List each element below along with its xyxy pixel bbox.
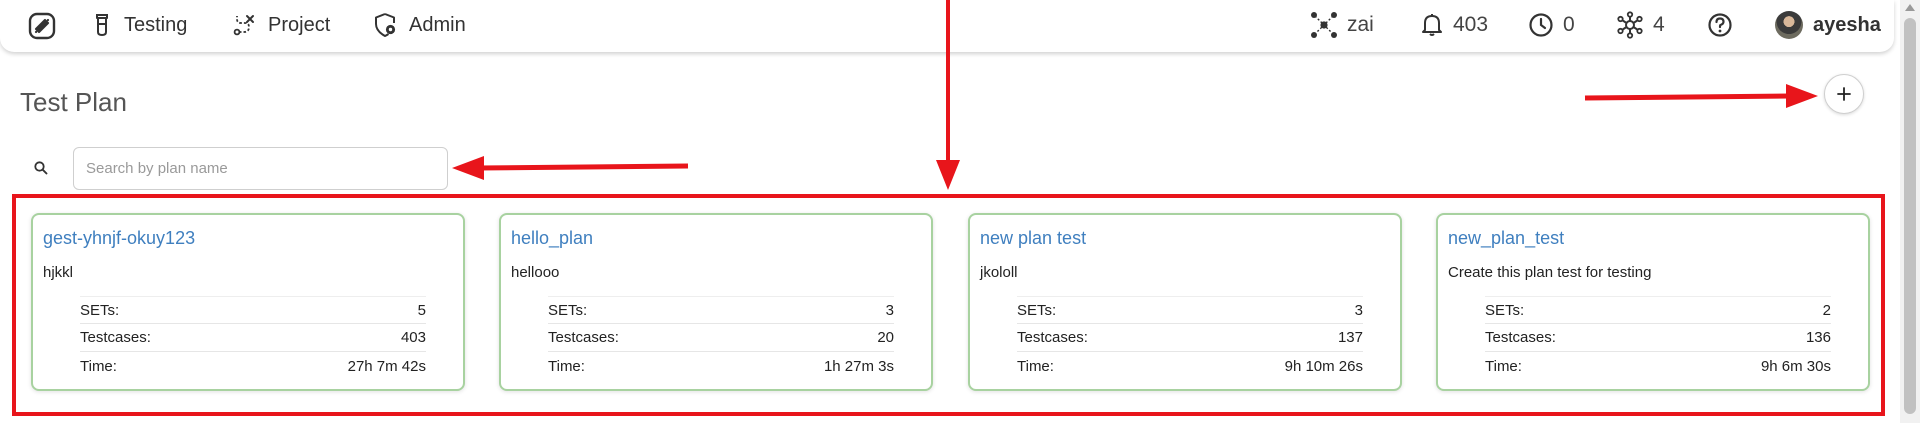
stat-value: 9h 6m 30s	[1760, 357, 1831, 375]
plan-name-link[interactable]: new_plan_test	[1448, 228, 1564, 249]
scrollbar-thumb[interactable]	[1904, 18, 1916, 414]
history-button[interactable]: 0	[1528, 10, 1575, 40]
stat-label: Testcases:	[1485, 329, 1556, 346]
network-nodes-icon	[1311, 12, 1337, 38]
stat-label: Time:	[80, 357, 117, 375]
stat-value: 5	[417, 301, 426, 319]
plus-icon	[1837, 87, 1851, 101]
plan-description: Create this plan test for testing	[1448, 264, 1652, 281]
nav-admin[interactable]: Admin	[373, 10, 466, 40]
plan-stats: SETs: 3 Testcases: 137 Time: 9h 10m 26s	[1017, 296, 1363, 380]
route-icon	[233, 15, 254, 36]
plan-name-link[interactable]: hello_plan	[511, 228, 593, 249]
plan-card[interactable]: hello_plan hellooo SETs: 3 Testcases: 20…	[499, 213, 933, 391]
nav-testing-label: Testing	[124, 13, 188, 36]
stat-value: 9h 10m 26s	[1284, 357, 1363, 375]
scroll-up-arrow-icon[interactable]	[1905, 4, 1915, 11]
annotation-arrowhead-down	[936, 160, 960, 190]
plan-description: hellooo	[511, 264, 560, 281]
app-logo-icon[interactable]	[28, 12, 56, 40]
user-name: ayesha	[1813, 13, 1881, 36]
stat-value: 136	[1805, 329, 1831, 346]
stat-value: 27h 7m 42s	[347, 357, 426, 375]
add-plan-button[interactable]	[1824, 74, 1864, 114]
plan-description: jkololl	[980, 264, 1018, 281]
nav-admin-label: Admin	[409, 13, 466, 36]
stat-label: Testcases:	[1017, 329, 1088, 346]
plan-name-link[interactable]: new plan test	[980, 228, 1086, 249]
plan-stats: SETs: 3 Testcases: 20 Time: 1h 27m 3s	[548, 296, 894, 380]
help-button[interactable]	[1707, 10, 1742, 40]
stat-row-time: Time: 9h 10m 26s	[1017, 352, 1363, 380]
shield-gear-icon	[375, 13, 396, 37]
notifications-count: 403	[1453, 13, 1489, 36]
plan-name-link[interactable]: gest-yhnjf-okuy123	[43, 228, 195, 249]
stat-row-testcases: Testcases: 20	[548, 324, 894, 352]
stat-value: 403	[400, 329, 426, 346]
stat-value: 1h 27m 3s	[823, 357, 894, 375]
clock-icon	[1529, 13, 1553, 37]
nav-project-label: Project	[268, 13, 331, 36]
stat-label: SETs:	[1017, 301, 1057, 319]
stat-label: Time:	[548, 357, 585, 375]
search-icon	[34, 161, 48, 175]
annotation-arrowhead-right	[1786, 84, 1818, 108]
user-menu[interactable]: ayesha	[1775, 10, 1881, 40]
plan-card[interactable]: gest-yhnjf-okuy123 hjkkl SETs: 5 Testcas…	[31, 213, 465, 391]
bell-icon	[1422, 14, 1442, 36]
stat-row-sets: SETs: 5	[80, 296, 426, 324]
top-navigation-bar: Testing Project Admin zai 403 0 4 ayesha	[0, 0, 1894, 52]
help-icon	[1708, 13, 1732, 37]
stat-label: SETs:	[1485, 301, 1525, 319]
annotation-arrowhead-left	[452, 156, 484, 180]
nav-project[interactable]: Project	[232, 10, 330, 40]
stat-label: Testcases:	[80, 329, 151, 346]
hub-network-icon	[1617, 11, 1643, 39]
stat-row-time: Time: 27h 7m 42s	[80, 352, 426, 380]
stat-value: 137	[1337, 329, 1363, 346]
stat-row-sets: SETs: 3	[1017, 296, 1363, 324]
stat-row-testcases: Testcases: 136	[1485, 324, 1831, 352]
workspace-selector[interactable]: zai	[1310, 10, 1374, 40]
stat-value: 3	[1354, 301, 1363, 319]
search-input[interactable]	[73, 147, 448, 190]
plan-stats: SETs: 5 Testcases: 403 Time: 27h 7m 42s	[80, 296, 426, 380]
annotation-arrow-left	[477, 163, 689, 171]
stat-label: Time:	[1485, 357, 1522, 375]
page-title: Test Plan	[20, 87, 127, 117]
flask-icon	[96, 14, 108, 36]
stat-row-sets: SETs: 3	[548, 296, 894, 324]
stat-label: SETs:	[548, 301, 588, 319]
history-count: 0	[1563, 13, 1575, 36]
stat-value: 3	[885, 301, 894, 319]
stat-row-testcases: Testcases: 403	[80, 324, 426, 352]
stat-label: SETs:	[80, 301, 120, 319]
stat-value: 20	[877, 329, 894, 346]
page-scrollbar[interactable]	[1900, 0, 1920, 423]
stat-row-testcases: Testcases: 137	[1017, 324, 1363, 352]
network-count: 4	[1653, 13, 1665, 36]
plan-card[interactable]: new plan test jkololl SETs: 3 Testcases:…	[968, 213, 1402, 391]
annotation-arrow-right	[1584, 93, 1791, 101]
stat-value: 2	[1822, 301, 1831, 319]
plan-description: hjkkl	[43, 264, 74, 281]
stat-row-time: Time: 1h 27m 3s	[548, 352, 894, 380]
stat-label: Time:	[1017, 357, 1054, 375]
plan-card[interactable]: new_plan_test Create this plan test for …	[1436, 213, 1870, 391]
avatar	[1775, 11, 1803, 39]
nav-testing[interactable]: Testing	[92, 10, 187, 40]
network-button[interactable]: 4	[1616, 10, 1665, 40]
notifications-button[interactable]: 403	[1420, 10, 1488, 40]
stat-row-sets: SETs: 2	[1485, 296, 1831, 324]
stat-row-time: Time: 9h 6m 30s	[1485, 352, 1831, 380]
workspace-name: zai	[1347, 13, 1374, 36]
plan-stats: SETs: 2 Testcases: 136 Time: 9h 6m 30s	[1485, 296, 1831, 380]
stat-label: Testcases:	[548, 329, 619, 346]
